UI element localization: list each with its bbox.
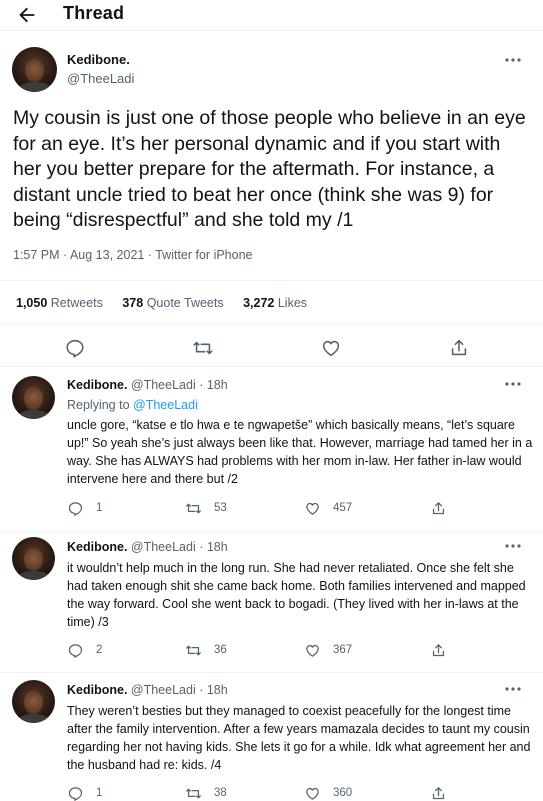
- share-icon[interactable]: [448, 337, 470, 359]
- reply-author[interactable]: Kedibone. @TheeLadi · 18h: [67, 683, 228, 697]
- share-icon: [432, 501, 445, 514]
- reply-button[interactable]: 2: [67, 641, 102, 659]
- actions-divider: [0, 366, 543, 367]
- like-icon: [306, 787, 319, 800]
- reply-author-name: Kedibone.: [67, 540, 128, 554]
- header-divider: [0, 30, 543, 31]
- reply-author[interactable]: Kedibone. @TheeLadi · 18h: [67, 540, 228, 554]
- reply-count: 2: [96, 644, 103, 656]
- author-handle[interactable]: @TheeLadi: [67, 71, 134, 86]
- retweet-count: 53: [214, 502, 227, 514]
- share-icon: [432, 643, 445, 656]
- reply-icon: [68, 501, 83, 516]
- reply-count: 1: [96, 502, 103, 514]
- tweet-text: My cousin is just one of those people wh…: [13, 107, 526, 231]
- like-icon: [306, 644, 319, 657]
- reply-button[interactable]: 1: [67, 784, 102, 801]
- like-icon[interactable]: [320, 337, 342, 359]
- avatar[interactable]: [12, 680, 55, 723]
- author-name[interactable]: Kedibone.: [67, 52, 130, 67]
- retweet-icon: [186, 503, 201, 513]
- retweet-button[interactable]: 53: [185, 499, 227, 517]
- likes-count: 3,272: [243, 296, 275, 310]
- reply-icon: [68, 786, 83, 801]
- thread-header: Thread: [0, 0, 543, 30]
- retweet-button[interactable]: 36: [185, 641, 227, 659]
- reply-icon: [68, 643, 83, 658]
- retweet-count: 36: [214, 644, 227, 656]
- replying-to: Replying to @TheeLadi: [67, 398, 198, 412]
- reply-count: 1: [96, 787, 103, 799]
- like-button[interactable]: 457: [304, 499, 352, 517]
- like-button[interactable]: 367: [304, 641, 352, 659]
- reply-text: it wouldn’t help much in the long run. S…: [67, 561, 526, 629]
- replying-to-prefix: Replying to: [67, 398, 130, 412]
- avatar[interactable]: [12, 537, 55, 580]
- reply-actions: 1 38 360: [67, 784, 487, 801]
- stats-divider: [0, 324, 543, 325]
- reply-divider: [0, 531, 543, 532]
- tweet-timestamp[interactable]: 1:57 PM · Aug 13, 2021 · Twitter for iPh…: [13, 248, 253, 262]
- quotes-label: Quote Tweets: [146, 296, 224, 310]
- share-button[interactable]: [430, 784, 459, 801]
- reply-actions: 2 36 367: [67, 641, 487, 659]
- arrow-left-icon[interactable]: [16, 4, 38, 26]
- like-count: 360: [333, 787, 353, 799]
- retweet-icon: [186, 788, 201, 798]
- like-button[interactable]: 360: [304, 784, 352, 801]
- retweet-icon: [186, 645, 201, 655]
- reply-handle-time: @TheeLadi · 18h: [130, 540, 228, 554]
- reply-handle-time: @TheeLadi · 18h: [130, 378, 228, 392]
- reply-divider: [0, 672, 543, 673]
- reply-button[interactable]: 1: [67, 499, 102, 517]
- more-options-icon[interactable]: [504, 686, 522, 696]
- likes-stat[interactable]: 3,272 Likes: [243, 296, 307, 310]
- retweets-label: Retweets: [50, 296, 103, 310]
- reply-text: uncle gore, “katse e tlo hwa e te ngwape…: [67, 418, 533, 486]
- like-count: 367: [333, 644, 353, 656]
- reply-author[interactable]: Kedibone. @TheeLadi · 18h: [67, 378, 228, 392]
- reply-text: They weren’t besties but they managed to…: [67, 704, 531, 772]
- reply-icon[interactable]: [64, 337, 86, 359]
- avatar[interactable]: [12, 376, 55, 419]
- more-options-icon[interactable]: [504, 543, 522, 553]
- retweets-count: 1,050: [16, 296, 48, 310]
- retweet-icon[interactable]: [192, 337, 214, 359]
- likes-label: Likes: [277, 296, 308, 310]
- retweet-button[interactable]: 38: [185, 784, 227, 801]
- more-options-icon[interactable]: [504, 57, 522, 67]
- share-button[interactable]: [430, 641, 459, 659]
- replying-to-link[interactable]: @TheeLadi: [133, 398, 198, 412]
- page-title: Thread: [63, 3, 125, 23]
- reply-author-name: Kedibone.: [67, 683, 128, 697]
- retweets-stat[interactable]: 1,050 Retweets: [16, 296, 103, 310]
- quotes-count: 378: [122, 296, 144, 310]
- reply-actions: 1 53 457: [67, 499, 487, 517]
- tweet-stats: 1,050 Retweets 378 Quote Tweets 3,272 Li…: [16, 296, 323, 310]
- like-icon: [306, 502, 319, 515]
- more-options-icon[interactable]: [504, 381, 522, 391]
- retweet-count: 38: [214, 787, 227, 799]
- quotes-stat[interactable]: 378 Quote Tweets: [122, 296, 223, 310]
- reply-author-name: Kedibone.: [67, 378, 128, 392]
- share-button[interactable]: [430, 499, 459, 517]
- like-count: 457: [333, 502, 353, 514]
- avatar[interactable]: [12, 47, 57, 92]
- meta-divider: [0, 280, 543, 281]
- share-icon: [432, 786, 445, 799]
- reply-handle-time: @TheeLadi · 18h: [130, 683, 228, 697]
